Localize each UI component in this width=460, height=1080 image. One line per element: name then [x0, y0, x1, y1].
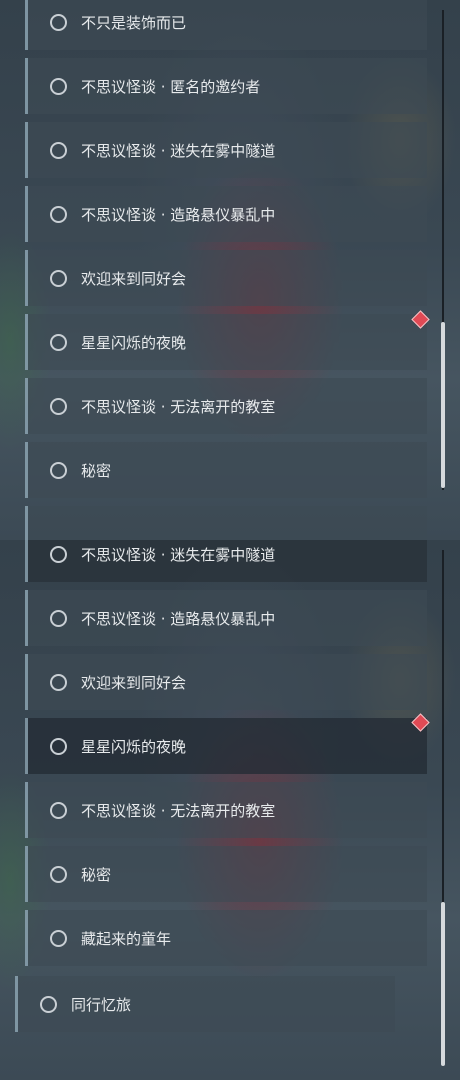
quest-item[interactable]: 不只是装饰而已	[25, 0, 427, 50]
quest-item[interactable]: 同行忆旅	[15, 976, 395, 1032]
quest-label: 不思议怪谈 · 造路悬仪暴乱中	[81, 609, 276, 628]
quest-status-circle-icon	[50, 13, 67, 31]
quest-item[interactable]: 不思议怪谈 · 迷失在雾中隧道	[25, 122, 427, 178]
scrollbar-thumb[interactable]	[441, 322, 445, 488]
quest-status-circle-icon	[50, 461, 67, 479]
quest-label: 不思议怪谈 · 造路悬仪暴乱中	[81, 205, 276, 224]
quest-status-circle-icon	[40, 995, 57, 1013]
quest-list-panel-bottom: 不思议怪谈 · 迷失在雾中隧道 不思议怪谈 · 造路悬仪暴乱中 欢迎来到同好会 …	[0, 540, 460, 1080]
quest-label: 不思议怪谈 · 无法离开的教室	[81, 801, 276, 820]
quest-status-circle-icon	[50, 609, 67, 627]
quest-label: 秘密	[81, 461, 112, 480]
quest-status-circle-icon	[50, 929, 67, 947]
quest-status-circle-icon	[50, 397, 67, 415]
quest-label: 欢迎来到同好会	[81, 673, 187, 692]
quest-status-circle-icon	[50, 545, 67, 563]
quest-status-circle-icon	[50, 673, 67, 691]
quest-status-circle-icon	[50, 141, 67, 159]
quest-item[interactable]: 不思议怪谈 · 迷失在雾中隧道	[25, 540, 427, 582]
quest-label: 星星闪烁的夜晚	[81, 737, 187, 756]
quest-list-panel-top: 不只是装饰而已 不思议怪谈 · 匿名的邀约者 不思议怪谈 · 迷失在雾中隧道 不…	[0, 0, 460, 540]
quest-label: 不思议怪谈 · 匿名的邀约者	[81, 77, 261, 96]
quest-item[interactable]: 不思议怪谈 · 无法离开的教室	[25, 378, 427, 434]
quest-status-circle-icon	[50, 737, 67, 755]
quest-label: 不只是装饰而已	[81, 13, 187, 32]
quest-item[interactable]: 秘密	[25, 846, 427, 902]
quest-status-circle-icon	[50, 865, 67, 883]
quest-item-partial[interactable]	[25, 506, 427, 540]
quest-item[interactable]: 不思议怪谈 · 匿名的邀约者	[25, 58, 427, 114]
quest-item[interactable]: 不思议怪谈 · 造路悬仪暴乱中	[25, 186, 427, 242]
quest-item[interactable]: 不思议怪谈 · 造路悬仪暴乱中	[25, 590, 427, 646]
quest-label: 同行忆旅	[71, 995, 132, 1014]
quest-item[interactable]: 不思议怪谈 · 无法离开的教室	[25, 782, 427, 838]
quest-item[interactable]: 藏起来的童年	[25, 910, 427, 966]
scrollbar-thumb[interactable]	[441, 902, 445, 1066]
quest-status-circle-icon	[50, 269, 67, 287]
quest-status-circle-icon	[50, 77, 67, 95]
quest-label: 藏起来的童年	[81, 929, 172, 948]
quest-label: 不思议怪谈 · 迷失在雾中隧道	[81, 141, 276, 160]
quest-label: 不思议怪谈 · 迷失在雾中隧道	[81, 545, 276, 564]
quest-item[interactable]: 星星闪烁的夜晚	[25, 314, 427, 370]
quest-label: 欢迎来到同好会	[81, 269, 187, 288]
quest-status-circle-icon	[50, 801, 67, 819]
quest-status-circle-icon	[50, 205, 67, 223]
quest-item-selected[interactable]: 星星闪烁的夜晚	[25, 718, 427, 774]
quest-label: 星星闪烁的夜晚	[81, 333, 187, 352]
quest-item[interactable]: 欢迎来到同好会	[25, 250, 427, 306]
quest-item[interactable]: 欢迎来到同好会	[25, 654, 427, 710]
quest-label: 秘密	[81, 865, 112, 884]
quest-status-circle-icon	[50, 333, 67, 351]
quest-label: 不思议怪谈 · 无法离开的教室	[81, 397, 276, 416]
quest-item[interactable]: 秘密	[25, 442, 427, 498]
